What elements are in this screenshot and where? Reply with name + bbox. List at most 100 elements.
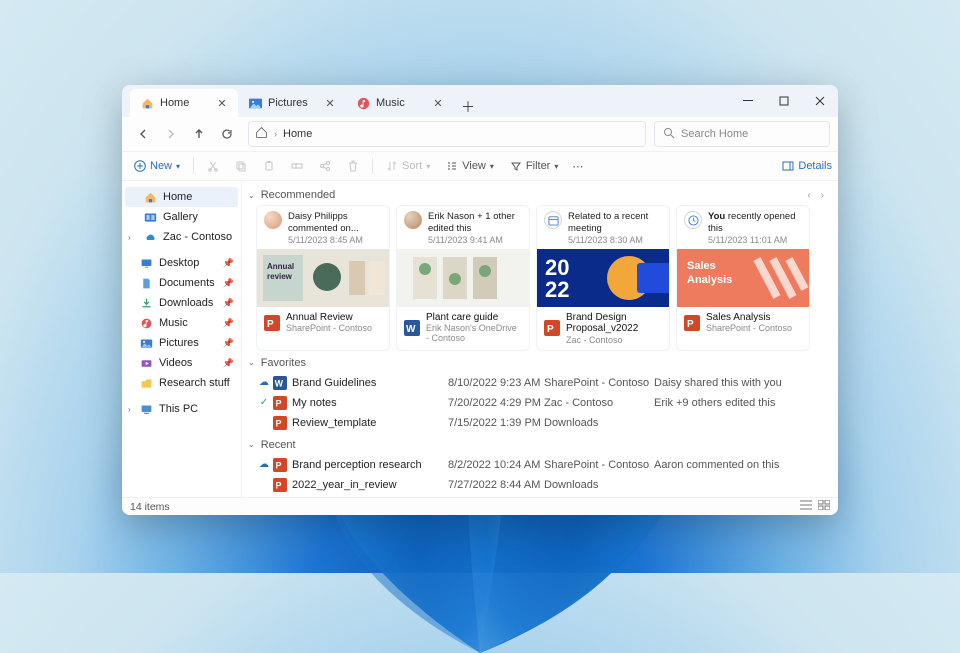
separator — [372, 158, 373, 174]
sidebar-item-this-pc[interactable]: › This PC — [125, 399, 238, 419]
desktop-icon — [139, 256, 153, 270]
sidebar-item-videos[interactable]: Videos📌 — [125, 353, 238, 373]
svg-text:22: 22 — [545, 277, 569, 302]
scroll-left-button[interactable]: ‹ — [807, 190, 810, 201]
sidebar-item-documents[interactable]: Documents📌 — [125, 273, 238, 293]
titlebar: Home ✕ Pictures ✕ Music ✕ ＋ — [122, 85, 838, 117]
tab-pictures[interactable]: Pictures ✕ — [238, 89, 346, 117]
back-button[interactable] — [130, 121, 156, 147]
minimize-button[interactable] — [730, 85, 766, 117]
new-button[interactable]: New ▾ — [128, 155, 186, 177]
sidebar-item-pictures[interactable]: Pictures📌 — [125, 333, 238, 353]
more-button[interactable]: ⋯ — [568, 155, 587, 177]
sidebar-item-gallery[interactable]: Gallery — [125, 207, 238, 227]
view-button[interactable]: View ▾ — [440, 155, 500, 177]
gallery-icon — [143, 210, 157, 224]
person-avatar — [264, 211, 282, 229]
powerpoint-icon: P — [272, 396, 288, 410]
sort-button[interactable]: Sort ▾ — [380, 155, 436, 177]
pin-icon: 📌 — [223, 318, 234, 329]
recommended-card[interactable]: You You recently opened thisrecently ope… — [676, 205, 810, 351]
chevron-down-icon[interactable]: ⌄ — [248, 191, 255, 200]
svg-text:P: P — [547, 324, 554, 335]
sidebar-item-onedrive[interactable]: › Zac - Contoso — [125, 227, 238, 247]
powerpoint-icon: P — [272, 478, 288, 492]
home-icon — [143, 190, 157, 204]
refresh-button[interactable] — [214, 121, 240, 147]
sidebar-item-home[interactable]: Home — [125, 187, 238, 207]
folder-icon — [139, 376, 153, 390]
pin-icon: 📌 — [223, 358, 234, 369]
file-row[interactable]: ✓ P My notes 7/20/2022 4:29 PM Zac - Con… — [256, 393, 828, 413]
svg-text:Annual: Annual — [267, 262, 294, 271]
navigation-pane: Home Gallery › Zac - Contoso Desktop📌 Do… — [122, 181, 242, 497]
recommended-card[interactable]: Daisy Philipps commented on... 5/11/2023… — [256, 205, 390, 351]
file-row[interactable]: P 2022_year_in_review 7/27/2022 8:44 AM … — [256, 475, 828, 495]
close-icon[interactable]: ✕ — [322, 95, 338, 111]
details-view-toggle[interactable] — [800, 500, 812, 513]
breadcrumb-current: Home — [283, 128, 312, 140]
tab-home[interactable]: Home ✕ — [130, 89, 238, 117]
paste-button[interactable] — [257, 155, 281, 177]
tab-label: Music — [376, 97, 424, 109]
filter-button[interactable]: Filter ▾ — [504, 155, 564, 177]
copy-button[interactable] — [229, 155, 253, 177]
svg-text:P: P — [276, 480, 282, 490]
forward-button[interactable] — [158, 121, 184, 147]
close-window-button[interactable] — [802, 85, 838, 117]
file-row[interactable]: ☁ W Brand Guidelines 8/10/2022 9:23 AM S… — [256, 373, 828, 393]
cut-button[interactable] — [201, 155, 225, 177]
sidebar-item-desktop[interactable]: Desktop📌 — [125, 253, 238, 273]
tab-music[interactable]: Music ✕ — [346, 89, 454, 117]
pc-icon — [139, 402, 153, 416]
file-row[interactable]: ☁ P Brand perception research 8/2/2022 1… — [256, 455, 828, 475]
file-row[interactable]: P Review_template 7/15/2022 1:39 PM Down… — [256, 413, 828, 433]
maximize-button[interactable] — [766, 85, 802, 117]
recommended-card[interactable]: Related to a recent meeting 5/11/2023 8:… — [536, 205, 670, 351]
delete-button[interactable] — [341, 155, 365, 177]
svg-text:P: P — [276, 398, 282, 408]
close-icon[interactable]: ✕ — [214, 95, 230, 111]
sidebar-item-folder[interactable]: Research stuff — [125, 373, 238, 393]
chevron-down-icon: ▾ — [176, 162, 180, 171]
chevron-down-icon: ▾ — [490, 162, 494, 171]
thumbnails-view-toggle[interactable] — [818, 500, 830, 513]
chevron-down-icon[interactable]: ⌄ — [248, 440, 255, 449]
svg-text:W: W — [406, 324, 416, 335]
tab-label: Home — [160, 97, 208, 109]
tab-label: Pictures — [268, 97, 316, 109]
chevron-down-icon: ▾ — [554, 162, 558, 171]
address-bar[interactable]: › Home — [248, 121, 646, 147]
svg-text:P: P — [276, 460, 282, 470]
search-box[interactable]: Search Home — [654, 121, 830, 147]
documents-icon — [139, 276, 153, 290]
svg-text:W: W — [275, 378, 284, 388]
share-button[interactable] — [313, 155, 337, 177]
word-icon: W — [404, 320, 420, 336]
thumbnail — [397, 249, 529, 307]
up-button[interactable] — [186, 121, 212, 147]
details-pane-toggle[interactable]: Details — [782, 160, 832, 172]
section-recommended: ⌄ Recommended ‹ › Daisy Philipps comment… — [242, 187, 828, 351]
pin-icon: 📌 — [223, 278, 234, 289]
home-icon — [255, 126, 268, 142]
section-favorites: ⌄ Favorites ☁ W Brand Guidelines 8/10/20… — [242, 355, 828, 433]
rename-button[interactable] — [285, 155, 309, 177]
downloads-icon — [139, 296, 153, 310]
scroll-right-button[interactable]: › — [821, 190, 824, 201]
status-bar: 14 items — [122, 497, 838, 515]
new-tab-button[interactable]: ＋ — [454, 97, 482, 117]
window-controls — [730, 85, 838, 117]
powerpoint-icon: P — [272, 416, 288, 430]
clock-icon — [684, 211, 702, 229]
section-title: Favorites — [261, 357, 306, 369]
chevron-right-icon: › — [128, 405, 131, 414]
calendar-icon — [544, 211, 562, 229]
sidebar-item-downloads[interactable]: Downloads📌 — [125, 293, 238, 313]
sidebar-item-music[interactable]: Music📌 — [125, 313, 238, 333]
recommended-card[interactable]: Erik Nason + 1 other edited this 5/11/20… — [396, 205, 530, 351]
command-bar: New ▾ Sort ▾ View ▾ Filter ▾ ⋯ Deta — [122, 151, 838, 181]
chevron-down-icon[interactable]: ⌄ — [248, 358, 255, 367]
svg-text:review: review — [267, 272, 293, 281]
close-icon[interactable]: ✕ — [430, 95, 446, 111]
